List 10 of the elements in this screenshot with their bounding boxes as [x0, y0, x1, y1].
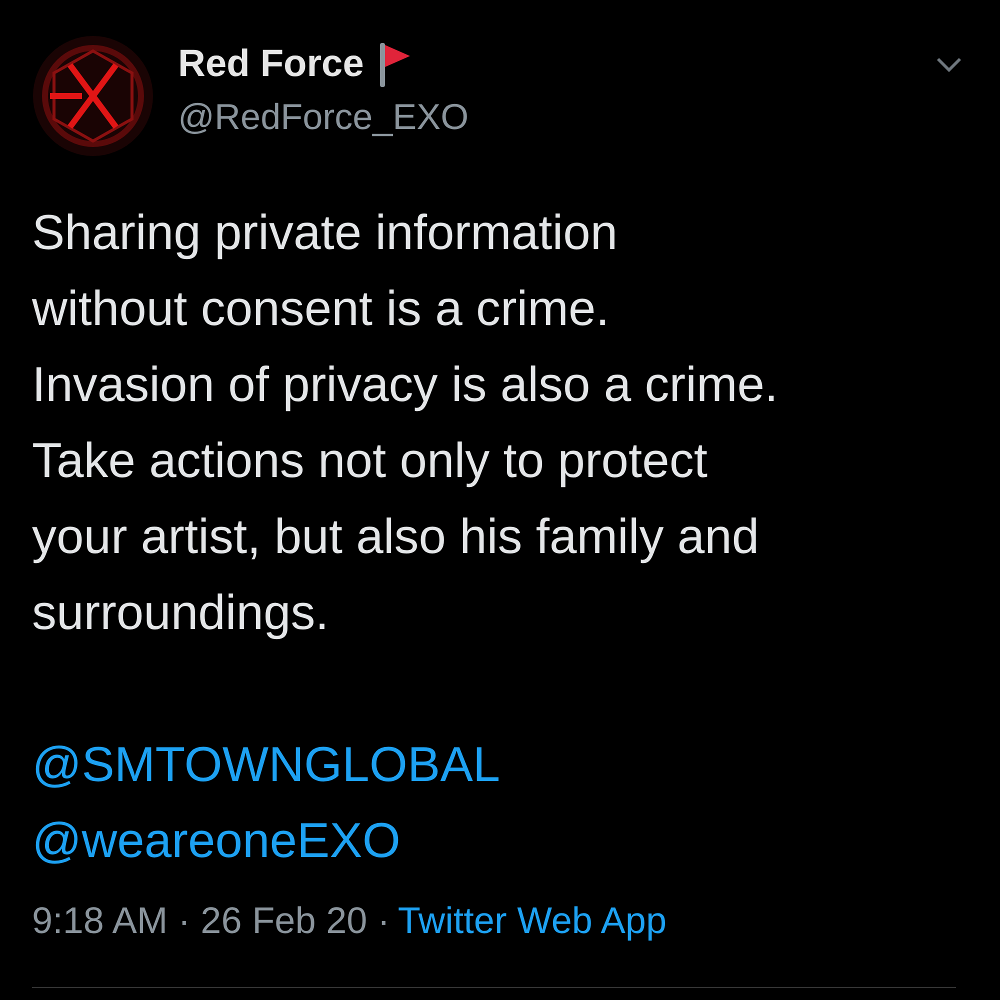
author-handle[interactable]: @RedForce_EXO [178, 95, 936, 138]
mention-link[interactable]: @SMTOWNGLOBAL [32, 727, 500, 803]
author-name: Red Force [178, 44, 364, 86]
chevron-down-icon[interactable] [936, 57, 962, 73]
source-link[interactable]: Twitter Web App [398, 893, 667, 948]
timestamp: 9:18 AM · 26 Feb 20 · [32, 899, 390, 943]
avatar-icon [32, 35, 154, 157]
tweet-text: Sharing private information without consent is a crime. Invasion of privacy is also a crime. Take actions not only to protect your artist, but also his family and surroundings. [32, 205, 780, 642]
flag-icon [380, 43, 410, 87]
mention-link[interactable]: @weareoneEXO [32, 803, 400, 879]
